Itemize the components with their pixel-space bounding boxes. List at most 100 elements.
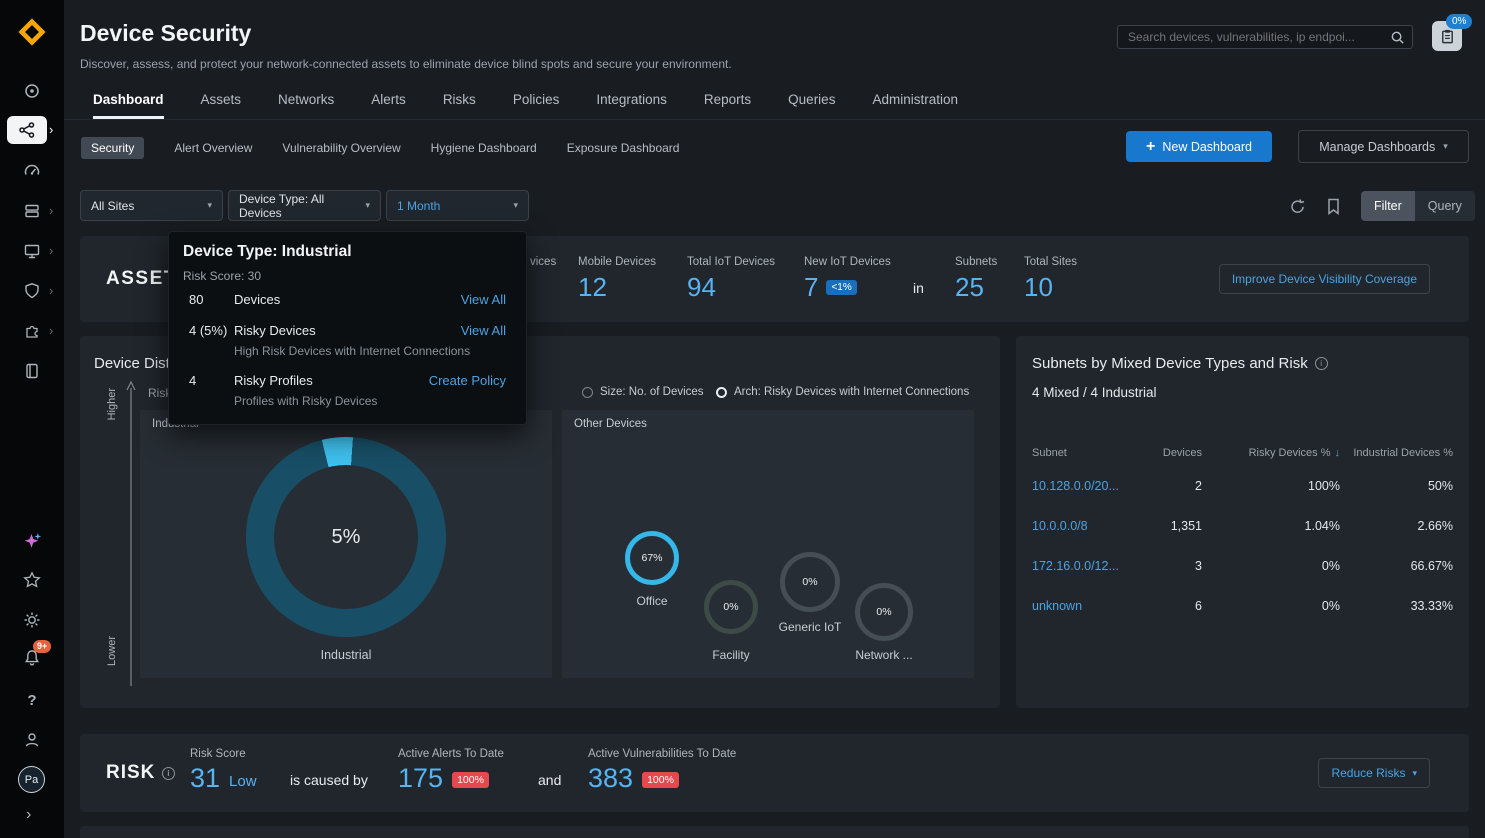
tab-policies[interactable]: Policies: [513, 92, 560, 119]
subnet-link[interactable]: unknown: [1032, 599, 1154, 613]
sidebar-item-reports[interactable]: [22, 361, 42, 381]
global-search[interactable]: [1117, 25, 1413, 49]
radio-selected-icon[interactable]: [716, 387, 727, 398]
legend-arch-option[interactable]: Arch: Risky Devices with Internet Connec…: [716, 386, 969, 398]
info-icon[interactable]: i: [162, 767, 175, 780]
tab-dashboard[interactable]: Dashboard: [93, 92, 164, 119]
view-all-link[interactable]: View All: [461, 292, 506, 307]
gauge-icon: [23, 162, 41, 180]
dashboard-subtabs: Security Alert Overview Vulnerability Ov…: [81, 137, 679, 159]
subnet-link[interactable]: 172.16.0.0/12...: [1032, 559, 1154, 573]
tab-reports[interactable]: Reports: [704, 92, 751, 119]
sidebar-item-help[interactable]: ?: [22, 690, 42, 710]
metric-value[interactable]: 7: [804, 272, 818, 303]
industrial-donut-chart[interactable]: 5%: [246, 437, 446, 637]
person-icon: [23, 731, 41, 749]
sidebar-item-active-nav[interactable]: [7, 116, 47, 144]
other-devices-group-label: Other Devices: [574, 418, 647, 430]
bookmark-button[interactable]: [1324, 197, 1342, 215]
next-card-partial: [80, 826, 1469, 838]
col-risky[interactable]: Risky Devices %↓: [1202, 447, 1340, 459]
subtab-vulnerability-overview[interactable]: Vulnerability Overview: [282, 141, 400, 155]
bubble-office[interactable]: 67%: [625, 531, 679, 585]
bubble-network[interactable]: 0%: [855, 583, 913, 641]
user-avatar[interactable]: Pa: [18, 766, 45, 793]
metric-label: Total Sites: [1024, 256, 1077, 268]
radio-icon[interactable]: [582, 387, 593, 398]
metric-value[interactable]: 94: [687, 272, 775, 303]
shield-icon: [23, 282, 41, 300]
time-range-filter-dropdown[interactable]: 1 Month ▾: [386, 190, 529, 221]
device-type-filter-value: Device Type: All Devices: [239, 192, 365, 220]
info-icon[interactable]: i: [1315, 357, 1328, 370]
metric-label: Active Alerts To Date: [398, 748, 504, 760]
subnet-link[interactable]: 10.0.0.0/8: [1032, 519, 1154, 533]
filter-query-toggle: Filter Query: [1361, 191, 1475, 221]
metric-value[interactable]: 10: [1024, 272, 1077, 303]
sidebar-item-settings[interactable]: [22, 610, 42, 630]
sidebar-item-monitoring[interactable]: [22, 241, 42, 261]
cell-industrial: 2.66%: [1340, 519, 1453, 533]
caused-by-text: is caused by: [290, 772, 368, 788]
sidebar-item-integrations[interactable]: [22, 321, 42, 341]
sidebar-item-security[interactable]: [22, 281, 42, 301]
tab-assets[interactable]: Assets: [201, 92, 242, 119]
subtab-exposure-dashboard[interactable]: Exposure Dashboard: [567, 141, 680, 155]
sidebar-item-assets[interactable]: [22, 201, 42, 221]
sidebar-item-discover[interactable]: [22, 81, 42, 101]
bubble-generic-iot[interactable]: 0%: [780, 552, 840, 612]
create-policy-link[interactable]: Create Policy: [429, 373, 506, 388]
chevron-down-icon: ▾: [513, 200, 518, 211]
manage-dashboards-button[interactable]: Manage Dashboards ▾: [1298, 130, 1469, 163]
chevron-down-icon: ▾: [365, 200, 370, 211]
metric-subnets: Subnets 25: [955, 256, 997, 303]
table-row: 10.128.0.0/20... 2 100% 50%: [1032, 466, 1453, 506]
tab-integrations[interactable]: Integrations: [596, 92, 667, 119]
sidebar-expand-chevron-icon[interactable]: ›: [26, 806, 31, 824]
sites-filter-dropdown[interactable]: All Sites ▾: [80, 190, 223, 221]
tab-networks[interactable]: Networks: [278, 92, 334, 119]
tab-queries[interactable]: Queries: [788, 92, 835, 119]
sidebar-item-favorites[interactable]: [22, 570, 42, 590]
improve-visibility-button[interactable]: Improve Device Visibility Coverage: [1219, 264, 1430, 294]
risk-summary-card: RISKi Risk Score 31 Low is caused by Act…: [80, 734, 1469, 812]
query-toggle-button[interactable]: Query: [1415, 191, 1475, 221]
sidebar-item-assistant[interactable]: [22, 531, 42, 551]
subnet-link[interactable]: 10.128.0.0/20...: [1032, 479, 1154, 493]
refresh-button[interactable]: [1288, 197, 1306, 215]
popover-row-value: 4: [189, 373, 234, 388]
other-devices-plot-panel: Other Devices 67% Office 0% Facility 0% …: [562, 410, 974, 678]
subtab-hygiene-dashboard[interactable]: Hygiene Dashboard: [431, 141, 537, 155]
brand-logo[interactable]: [18, 18, 46, 46]
risk-score-value[interactable]: 31: [190, 763, 220, 794]
tab-alerts[interactable]: Alerts: [371, 92, 406, 119]
view-all-link[interactable]: View All: [461, 323, 506, 338]
new-dashboard-button[interactable]: + New Dashboard: [1126, 131, 1272, 162]
alerts-badge: 100%: [452, 772, 489, 788]
metric-total-iot: Total IoT Devices 94: [687, 256, 775, 303]
device-type-filter-dropdown[interactable]: Device Type: All Devices ▾: [228, 190, 381, 221]
book-icon: [23, 362, 41, 380]
subtab-security[interactable]: Security: [81, 137, 144, 159]
filter-toggle-button[interactable]: Filter: [1361, 191, 1415, 221]
metric-value[interactable]: 25: [955, 272, 997, 303]
tab-administration[interactable]: Administration: [872, 92, 958, 119]
vulnerabilities-value[interactable]: 383: [588, 763, 633, 794]
col-devices[interactable]: Devices: [1154, 447, 1202, 459]
col-subnet[interactable]: Subnet: [1032, 447, 1154, 459]
alerts-value[interactable]: 175: [398, 763, 443, 794]
bubble-facility[interactable]: 0%: [704, 580, 758, 634]
metric-label: New IoT Devices: [804, 256, 891, 268]
col-industrial[interactable]: Industrial Devices %: [1340, 447, 1453, 459]
reduce-risks-button[interactable]: Reduce Risks ▾: [1318, 758, 1430, 788]
search-input[interactable]: [1118, 30, 1390, 44]
sidebar-item-dashboards[interactable]: [22, 161, 42, 181]
metric-value[interactable]: 12: [578, 272, 656, 303]
legend-size-option[interactable]: Size: No. of Devices: [582, 386, 704, 398]
subtab-alert-overview[interactable]: Alert Overview: [174, 141, 252, 155]
tab-risks[interactable]: Risks: [443, 92, 476, 119]
popover-row-label: Devices: [234, 292, 461, 307]
popover-title: Device Type: Industrial: [183, 243, 352, 261]
layers-icon: [23, 202, 41, 220]
sidebar-item-account[interactable]: [22, 730, 42, 750]
